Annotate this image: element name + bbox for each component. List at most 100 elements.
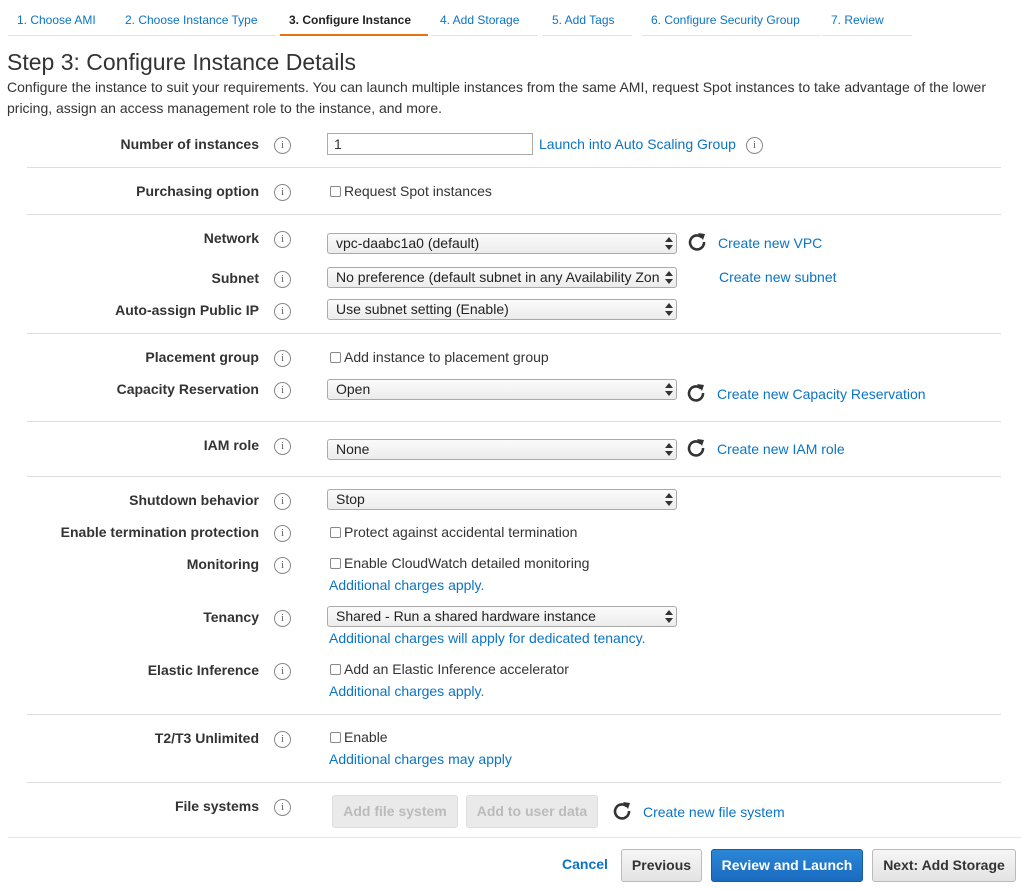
placement-label: Placement group xyxy=(145,349,259,365)
select-arrows-icon xyxy=(665,383,673,396)
shutdown-select[interactable]: Stop xyxy=(327,489,677,510)
info-icon[interactable]: i xyxy=(274,303,291,320)
elastic-inference-option[interactable]: Add an Elastic Inference accelerator xyxy=(330,661,569,677)
tenancy-charges-link[interactable]: Additional charges will apply for dedica… xyxy=(329,630,645,646)
select-arrows-icon xyxy=(665,237,673,250)
termination-protection-checkbox[interactable] xyxy=(330,527,341,538)
info-icon[interactable]: i xyxy=(274,382,291,399)
next-add-storage-button[interactable]: Next: Add Storage xyxy=(872,849,1016,882)
subnet-select[interactable]: No preference (default subnet in any Ava… xyxy=(327,267,677,288)
t2t3-unlimited-checkbox-label: Enable xyxy=(344,729,388,745)
select-arrows-icon xyxy=(665,271,673,284)
subnet-select-value: No preference (default subnet in any Ava… xyxy=(336,269,660,285)
refresh-icon[interactable] xyxy=(686,438,706,458)
iam-select-value: None xyxy=(336,441,370,457)
create-file-system-link[interactable]: Create new file system xyxy=(643,804,785,820)
elastic-inference-label: Elastic Inference xyxy=(147,662,259,678)
tab-add-storage[interactable]: 4. Add Storage xyxy=(431,0,538,36)
page-description: Configure the instance to suit your requ… xyxy=(7,79,987,116)
network-select-value: vpc-daabc1a0 (default) xyxy=(336,235,480,251)
info-icon[interactable]: i xyxy=(274,731,291,748)
previous-button[interactable]: Previous xyxy=(621,849,702,882)
t2t3-unlimited-checkbox[interactable] xyxy=(330,732,341,743)
public-ip-select[interactable]: Use subnet setting (Enable) xyxy=(327,299,677,320)
info-icon[interactable]: i xyxy=(274,137,291,154)
info-icon[interactable]: i xyxy=(274,271,291,288)
info-icon[interactable]: i xyxy=(274,525,291,542)
cancel-button[interactable]: Cancel xyxy=(556,849,614,882)
add-file-system-button[interactable]: Add file system xyxy=(332,795,458,828)
spot-instances-option[interactable]: Request Spot instances xyxy=(330,183,492,199)
divider xyxy=(27,714,1001,715)
auto-scaling-link[interactable]: Launch into Auto Scaling Group xyxy=(539,136,736,152)
create-vpc-link[interactable]: Create new VPC xyxy=(718,235,822,251)
divider xyxy=(27,421,1001,422)
elastic-inference-checkbox-label: Add an Elastic Inference accelerator xyxy=(344,661,569,677)
cloudwatch-monitoring-checkbox[interactable] xyxy=(330,558,341,569)
tenancy-select-value: Shared - Run a shared hardware instance xyxy=(336,608,596,624)
tab-configure-instance[interactable]: 3. Configure Instance xyxy=(280,0,428,36)
spot-instances-label: Request Spot instances xyxy=(344,183,492,199)
cloudwatch-monitoring-checkbox-label: Enable CloudWatch detailed monitoring xyxy=(344,555,590,571)
termination-protection-option[interactable]: Protect against accidental termination xyxy=(330,524,577,540)
divider xyxy=(27,214,1001,215)
elastic-inference-charges-link[interactable]: Additional charges apply. xyxy=(329,683,484,699)
info-icon[interactable]: i xyxy=(746,137,763,154)
divider xyxy=(27,782,1001,783)
t2t3-label: T2/T3 Unlimited xyxy=(154,730,259,746)
monitoring-charges-link[interactable]: Additional charges apply. xyxy=(329,577,484,593)
num-instances-label: Number of instances xyxy=(120,136,259,152)
file-systems-label: File systems xyxy=(174,798,259,814)
tab-configure-security-group[interactable]: 6. Configure Security Group xyxy=(642,0,820,36)
add-to-user-data-button[interactable]: Add to user data xyxy=(466,795,598,828)
iam-label: IAM role xyxy=(203,437,259,453)
t2t3-charges-link[interactable]: Additional charges may apply xyxy=(329,751,512,767)
select-arrows-icon xyxy=(665,610,673,623)
cloudwatch-monitoring-option[interactable]: Enable CloudWatch detailed monitoring xyxy=(330,555,589,571)
review-and-launch-button[interactable]: Review and Launch xyxy=(711,849,863,882)
info-icon[interactable]: i xyxy=(274,799,291,816)
monitoring-label: Monitoring xyxy=(186,556,259,572)
capacity-select-value: Open xyxy=(336,381,371,397)
create-iam-role-link[interactable]: Create new IAM role xyxy=(717,441,845,457)
info-icon[interactable]: i xyxy=(274,610,291,627)
placement-group-checkbox[interactable] xyxy=(330,352,341,363)
elastic-inference-checkbox[interactable] xyxy=(330,664,341,675)
divider xyxy=(27,167,1001,168)
shutdown-select-value: Stop xyxy=(336,491,365,507)
tenancy-label: Tenancy xyxy=(203,609,259,625)
termination-label: Enable termination protection xyxy=(60,524,259,540)
public-ip-select-value: Use subnet setting (Enable) xyxy=(336,301,509,317)
info-icon[interactable]: i xyxy=(274,231,291,248)
network-label: Network xyxy=(203,230,259,246)
placement-group-option[interactable]: Add instance to placement group xyxy=(330,349,549,365)
num-instances-input[interactable] xyxy=(327,133,533,155)
info-icon[interactable]: i xyxy=(274,663,291,680)
select-arrows-icon xyxy=(665,443,673,456)
tab-choose-ami[interactable]: 1. Choose AMI xyxy=(8,0,116,36)
tab-review[interactable]: 7. Review xyxy=(822,0,912,36)
spot-instances-checkbox[interactable] xyxy=(330,186,341,197)
iam-select[interactable]: None xyxy=(327,439,677,460)
select-arrows-icon xyxy=(665,493,673,506)
tenancy-select[interactable]: Shared - Run a shared hardware instance xyxy=(327,606,677,627)
network-select[interactable]: vpc-daabc1a0 (default) xyxy=(327,233,677,254)
tab-add-tags[interactable]: 5. Add Tags xyxy=(543,0,632,36)
t2t3-unlimited-option[interactable]: Enable xyxy=(330,729,388,745)
refresh-icon[interactable] xyxy=(686,383,706,403)
purchasing-label: Purchasing option xyxy=(136,183,259,199)
info-icon[interactable]: i xyxy=(274,557,291,574)
tab-choose-instance-type[interactable]: 2. Choose Instance Type xyxy=(116,0,276,36)
refresh-icon[interactable] xyxy=(687,232,707,252)
info-icon[interactable]: i xyxy=(274,184,291,201)
page-title: Step 3: Configure Instance Details xyxy=(7,49,357,75)
capacity-select[interactable]: Open xyxy=(327,379,677,400)
info-icon[interactable]: i xyxy=(274,438,291,455)
create-subnet-link[interactable]: Create new subnet xyxy=(719,269,837,285)
info-icon[interactable]: i xyxy=(274,493,291,510)
info-icon[interactable]: i xyxy=(274,350,291,367)
create-capacity-reservation-link[interactable]: Create new Capacity Reservation xyxy=(717,386,926,402)
footer-divider xyxy=(8,837,1021,838)
divider xyxy=(27,476,1001,477)
refresh-icon[interactable] xyxy=(612,801,632,821)
